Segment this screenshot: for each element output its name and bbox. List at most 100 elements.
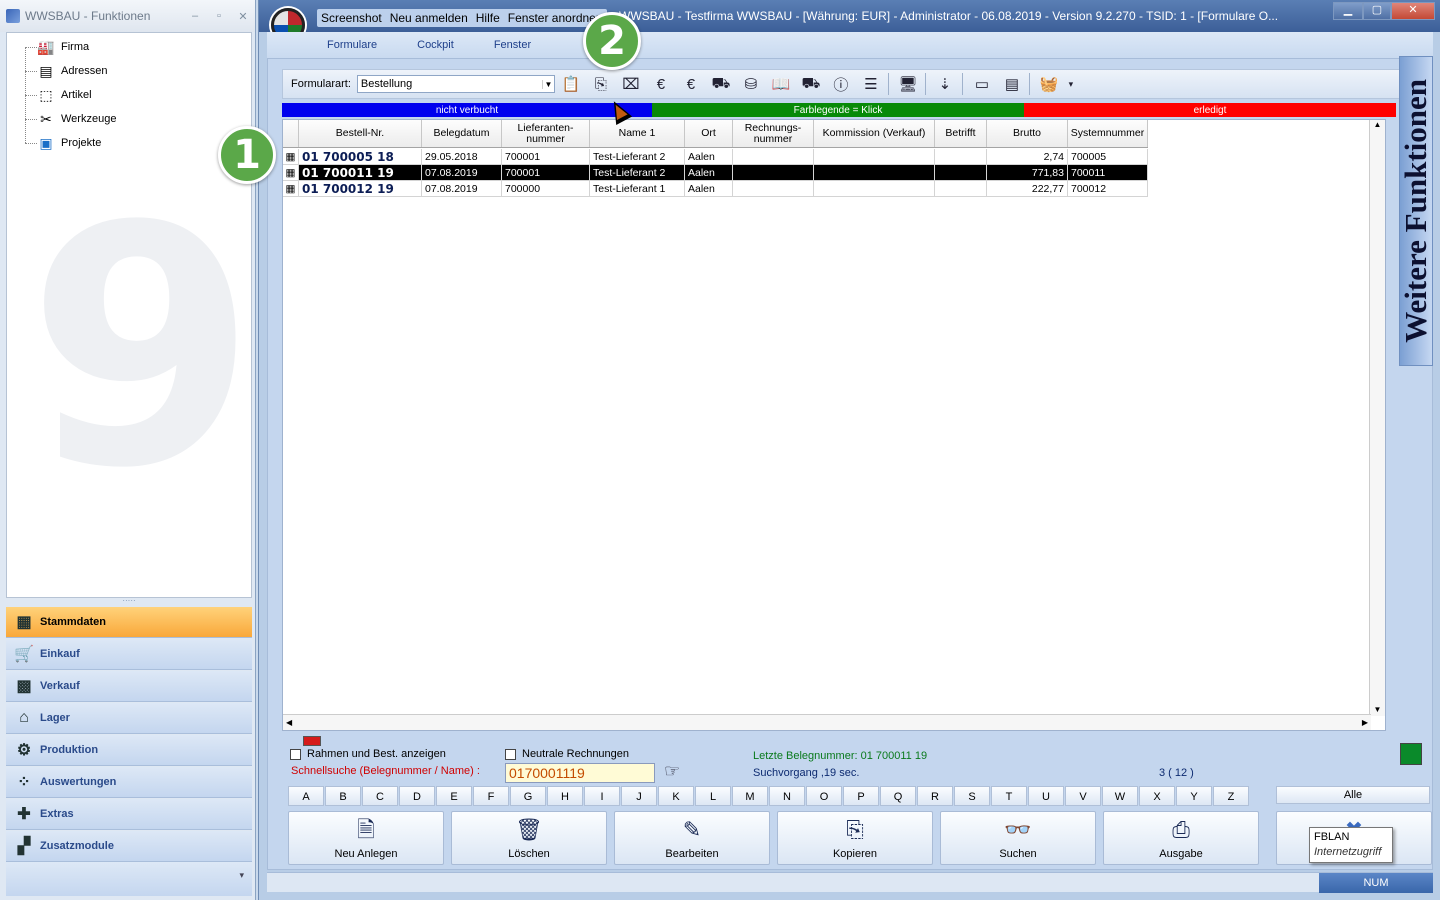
nav-einkauf[interactable]: 🛒 Einkauf	[6, 639, 252, 670]
grid-horizontal-scrollbar[interactable]: ◀ ▶	[283, 714, 1371, 730]
sort-icon[interactable]: ⇣	[931, 72, 959, 96]
legend-blue[interactable]: nicht verbucht	[282, 103, 652, 117]
title-menu-neu-anmelden[interactable]: Neu anmelden	[390, 11, 468, 25]
nav-zusatzmodule[interactable]: ▞ Zusatzmodule	[6, 831, 252, 862]
tree-item-adressen[interactable]: ▤ Adressen	[35, 60, 107, 82]
output-button[interactable]: ⎙ Ausgabe	[1103, 811, 1259, 865]
tree-item-werkzeuge[interactable]: ✂ Werkzeuge	[35, 108, 116, 130]
nav-lager[interactable]: ⌂ Lager	[6, 703, 252, 734]
col-systemnummer[interactable]: Systemnummer	[1068, 120, 1148, 147]
edit-button[interactable]: ✎ Bearbeiten	[614, 811, 770, 865]
cart-lock-icon[interactable]: ⛁	[737, 72, 765, 96]
alpha-b[interactable]: B	[325, 786, 361, 806]
nav-auswertungen[interactable]: ⁘ Auswertungen	[6, 767, 252, 798]
alpha-a[interactable]: A	[288, 786, 324, 806]
col-lieferantennummer[interactable]: Lieferanten-nummer	[502, 120, 590, 147]
nav-extras[interactable]: ✚ Extras	[6, 799, 252, 830]
minimize-icon[interactable]: ▁	[1333, 2, 1363, 20]
grid-vertical-scrollbar[interactable]: ▲ ▼	[1369, 120, 1385, 716]
minimize-icon[interactable]: –	[183, 10, 207, 22]
alpha-f[interactable]: F	[473, 786, 509, 806]
alpha-c[interactable]: C	[362, 786, 398, 806]
alle-button[interactable]: Alle	[1276, 786, 1430, 804]
alpha-r[interactable]: R	[917, 786, 953, 806]
title-menu-screenshot[interactable]: Screenshot	[321, 11, 382, 25]
book-entry-icon[interactable]: ⎘	[587, 72, 615, 96]
menu-cockpit[interactable]: Cockpit	[417, 39, 454, 51]
truck-transfer-icon[interactable]: ⛟	[797, 72, 825, 96]
table-row-selected[interactable]: ▦ 01 700011 19 07.08.2019 700001 Test-Li…	[283, 165, 1148, 181]
alpha-d[interactable]: D	[399, 786, 435, 806]
color-legend[interactable]: nicht verbucht Farblegende = Klick erled…	[282, 103, 1396, 117]
alpha-s[interactable]: S	[954, 786, 990, 806]
alpha-i[interactable]: I	[584, 786, 620, 806]
search-button[interactable]: 👓 Suchen	[940, 811, 1096, 865]
chk-rahmen[interactable]: Rahmen und Best. anzeigen	[290, 748, 446, 760]
legend-green[interactable]: Farblegende = Klick	[652, 103, 1024, 117]
alpha-h[interactable]: H	[547, 786, 583, 806]
nav-verkauf[interactable]: ▩ Verkauf	[6, 671, 252, 702]
col-rechnungsnummer[interactable]: Rechnungs-nummer	[733, 120, 814, 147]
close-icon[interactable]: ✕	[231, 10, 255, 23]
alpha-z[interactable]: Z	[1213, 786, 1249, 806]
tree-item-firma[interactable]: 🏭 Firma	[35, 36, 89, 58]
alpha-w[interactable]: W	[1102, 786, 1138, 806]
maximize-icon[interactable]: ▫	[207, 10, 231, 22]
info-document-icon[interactable]: ⓘ	[827, 72, 855, 96]
new-button[interactable]: 🗎 Neu Anlegen	[288, 811, 444, 865]
alpha-j[interactable]: J	[621, 786, 657, 806]
tree-item-projekte[interactable]: ▣ Projekte	[35, 132, 101, 154]
basket-icon[interactable]: 🧺	[1035, 72, 1063, 96]
filter-indicator[interactable]	[303, 736, 321, 746]
toolbar-overflow-icon[interactable]: ▾	[1065, 72, 1077, 96]
alpha-m[interactable]: M	[732, 786, 768, 806]
alpha-v[interactable]: V	[1065, 786, 1101, 806]
maximize-icon[interactable]: ▢	[1363, 2, 1391, 20]
alpha-t[interactable]: T	[991, 786, 1027, 806]
open-book-icon[interactable]: 📖	[767, 72, 795, 96]
table-row[interactable]: ▦ 01 700012 19 07.08.2019 700000 Test-Li…	[283, 181, 1148, 197]
col-brutto[interactable]: Brutto	[987, 120, 1068, 147]
pointing-hand-icon[interactable]: ☞	[664, 761, 680, 782]
close-icon[interactable]: ✕	[1391, 2, 1435, 20]
col-betrifft[interactable]: Betrifft	[935, 120, 987, 147]
formart-select[interactable]: Bestellung ▼	[356, 75, 555, 93]
alpha-e[interactable]: E	[436, 786, 472, 806]
tree-item-artikel[interactable]: ⬚ Artikel	[35, 84, 91, 106]
alpha-u[interactable]: U	[1028, 786, 1064, 806]
alpha-q[interactable]: Q	[880, 786, 916, 806]
alpha-x[interactable]: X	[1139, 786, 1175, 806]
truck-lock-icon[interactable]: ⛟	[707, 72, 735, 96]
stack-add-icon[interactable]: ☰	[857, 72, 885, 96]
alpha-g[interactable]: G	[510, 786, 546, 806]
weitere-funktionen-tab[interactable]: Weitere Funktionen	[1398, 56, 1433, 366]
page-icon[interactable]: ▭	[968, 72, 996, 96]
monitor-icon[interactable]: 🖥	[894, 72, 922, 96]
cancel-entry-icon[interactable]: ⌧	[617, 72, 645, 96]
copy-button[interactable]: ⎘ Kopieren	[777, 811, 933, 865]
euro-cancel-icon[interactable]: €	[677, 72, 705, 96]
nav-stammdaten[interactable]: ▦ Stammdaten	[6, 607, 252, 638]
col-kommission[interactable]: Kommission (Verkauf)	[814, 120, 935, 147]
alpha-y[interactable]: Y	[1176, 786, 1212, 806]
alpha-l[interactable]: L	[695, 786, 731, 806]
euro-icon[interactable]: €	[647, 72, 675, 96]
alpha-k[interactable]: K	[658, 786, 694, 806]
alpha-p[interactable]: P	[843, 786, 879, 806]
page-header-icon[interactable]: ▤	[998, 72, 1026, 96]
alpha-o[interactable]: O	[806, 786, 842, 806]
clipboard-icon[interactable]: 📋	[557, 72, 585, 96]
col-bestellnr[interactable]: Bestell-Nr.	[299, 120, 422, 147]
nav-overflow-chevron-icon[interactable]: ▾	[6, 862, 252, 896]
quicksearch-input[interactable]: 0170001119	[505, 763, 655, 783]
delete-button[interactable]: 🗑 Löschen	[451, 811, 607, 865]
title-menu-hilfe[interactable]: Hilfe	[476, 11, 500, 25]
panel-splitter[interactable]: ·····	[6, 597, 252, 606]
chk-neutral[interactable]: Neutrale Rechnungen	[505, 748, 629, 760]
alpha-n[interactable]: N	[769, 786, 805, 806]
menu-fenster[interactable]: Fenster	[494, 39, 531, 51]
table-row[interactable]: ▦ 01 700005 18 29.05.2018 700001 Test-Li…	[283, 149, 1148, 165]
col-ort[interactable]: Ort	[685, 120, 733, 147]
menu-formulare[interactable]: Formulare	[327, 39, 377, 51]
nav-produktion[interactable]: ⚙ Produktion	[6, 735, 252, 766]
